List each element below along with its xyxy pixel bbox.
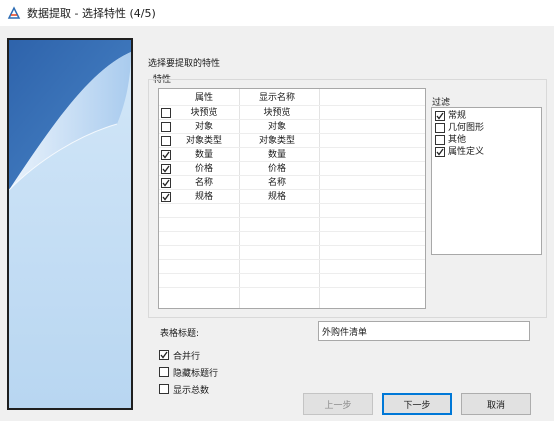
step-heading: 选择要提取的特性: [148, 59, 221, 69]
back-button[interactable]: 上一步: [303, 393, 373, 415]
filter-list[interactable]: 常规 几何图形 其他 属性定义: [431, 107, 542, 255]
display-name-cell[interactable]: 对象: [235, 121, 319, 133]
option-merge-rows[interactable]: 合并行: [159, 348, 200, 362]
checkmark-icon: [160, 351, 168, 359]
filter-item-label: 属性定义: [448, 147, 485, 157]
cancel-button[interactable]: 取消: [461, 393, 531, 415]
display-name-cell[interactable]: 名称: [235, 177, 319, 189]
filter-checkbox[interactable]: [435, 123, 445, 133]
table-title-input[interactable]: [318, 321, 530, 341]
filter-item-attribute-definition[interactable]: 属性定义: [435, 146, 484, 158]
table-row[interactable]: 对象类型 对象类型: [159, 134, 425, 148]
filter-item-other[interactable]: 其他: [435, 134, 466, 146]
table-row[interactable]: 块预览 块预览: [159, 106, 425, 120]
wizard-page-illustration: [9, 40, 131, 408]
filter-checkbox[interactable]: [435, 111, 445, 121]
table-title-label: 表格标题:: [160, 329, 200, 339]
filter-item-geometry[interactable]: 几何图形: [435, 122, 484, 134]
filter-checkbox[interactable]: [435, 147, 445, 157]
merge-rows-checkbox[interactable]: [159, 350, 169, 360]
grid-header-row: 属性 显示名称: [159, 91, 425, 105]
checkmark-icon: [436, 148, 444, 156]
checkmark-icon: [436, 112, 444, 120]
filter-item-label: 几何图形: [448, 123, 485, 133]
display-name-cell[interactable]: 规格: [235, 191, 319, 203]
display-name-cell[interactable]: 对象类型: [235, 135, 319, 147]
table-row[interactable]: 名称 名称: [159, 176, 425, 190]
filter-checkbox[interactable]: [435, 135, 445, 145]
hide-header-row-checkbox[interactable]: [159, 367, 169, 377]
title-bar: 数据提取 - 选择特性 (4/5): [0, 0, 554, 26]
table-row[interactable]: 对象 对象: [159, 120, 425, 134]
filter-item-label: 常规: [448, 111, 467, 121]
properties-grid[interactable]: 属性 显示名称 块预览 块预览 对象 对象 对象类型 对象类型 数量 数量 价格…: [158, 88, 426, 309]
hide-header-row-label: 隐藏标题行: [173, 368, 219, 379]
wizard-side-panel: [7, 38, 133, 410]
filter-item-general[interactable]: 常规: [435, 110, 466, 122]
show-totals-checkbox[interactable]: [159, 384, 169, 394]
merge-rows-label: 合并行: [173, 351, 201, 362]
filter-item-label: 其他: [448, 135, 467, 145]
display-name-cell[interactable]: 价格: [235, 163, 319, 175]
display-name-cell[interactable]: 数量: [235, 149, 319, 161]
column-header-display-name[interactable]: 显示名称: [235, 92, 319, 104]
next-button[interactable]: 下一步: [382, 393, 452, 415]
option-show-totals[interactable]: 显示总数: [159, 382, 209, 396]
table-row[interactable]: 规格 规格: [159, 190, 425, 204]
table-row[interactable]: 价格 价格: [159, 162, 425, 176]
show-totals-label: 显示总数: [173, 385, 210, 396]
window-title: 数据提取 - 选择特性 (4/5): [27, 7, 156, 20]
app-icon: [7, 6, 21, 19]
display-name-cell[interactable]: 块预览: [235, 107, 319, 119]
table-row[interactable]: 数量 数量: [159, 148, 425, 162]
option-hide-header-row[interactable]: 隐藏标题行: [159, 365, 218, 379]
